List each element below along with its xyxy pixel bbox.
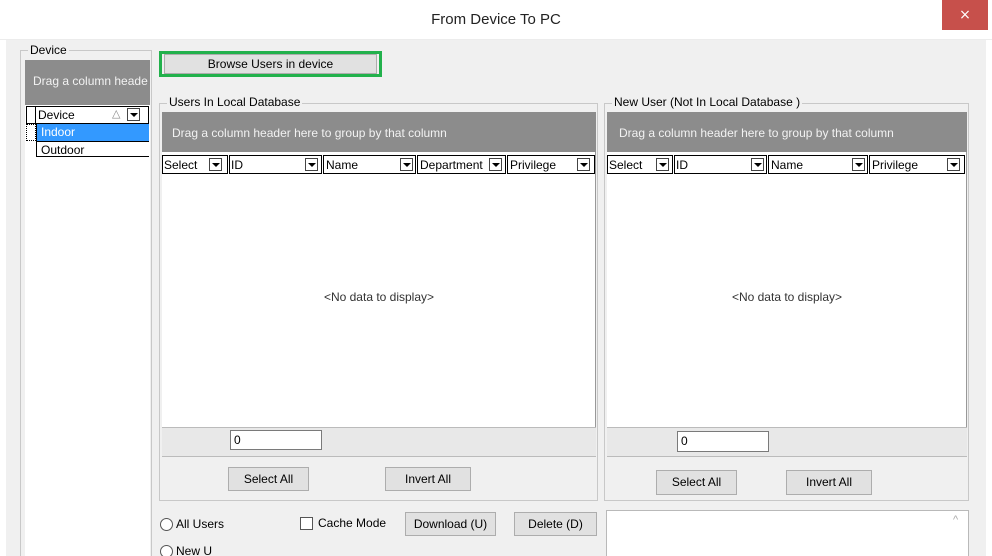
local-db-column-privilege[interactable]: Privilege [507, 155, 595, 174]
new-user-column-select[interactable]: Select [607, 155, 673, 174]
local-db-column-department[interactable]: Department [417, 155, 506, 174]
column-label: Department [420, 158, 483, 172]
cache-mode-checkbox[interactable] [300, 517, 313, 530]
local-db-drag-area[interactable]: Drag a column header here to group by th… [162, 112, 596, 152]
column-label: Name [771, 158, 804, 172]
name-filter-dropdown-icon[interactable] [852, 158, 865, 171]
scroll-up-icon[interactable]: ^ [953, 514, 958, 526]
browse-users-label: Browse Users in device [207, 57, 334, 71]
new-user-column-privilege[interactable]: Privilege [869, 155, 965, 174]
download-button[interactable]: Download (U) [405, 512, 496, 536]
all-users-label: All Users [176, 517, 225, 531]
window-title: From Device To PC [431, 11, 561, 28]
new-user-column-id[interactable]: ID [674, 155, 767, 174]
local-db-empty-text: <No data to display> [323, 290, 435, 304]
select-filter-dropdown-icon[interactable] [209, 158, 222, 171]
device-column-header[interactable]: Device △ [38, 107, 148, 123]
all-users-radio[interactable] [160, 518, 173, 531]
privilege-filter-dropdown-icon[interactable] [947, 158, 960, 171]
column-label: Privilege [510, 158, 557, 172]
local-db-count-field: 0 [230, 430, 322, 450]
device-drag-hint: Drag a column heade [33, 74, 148, 88]
device-grid [25, 105, 150, 556]
id-filter-dropdown-icon[interactable] [751, 158, 764, 171]
close-icon: × [959, 7, 971, 23]
device-list-item[interactable]: Outdoor [37, 141, 149, 157]
device-row-indicator-header [26, 106, 36, 124]
column-label: Select [609, 158, 643, 172]
local-db-drag-hint: Drag a column header here to group by th… [172, 126, 447, 140]
column-label: Select [164, 158, 198, 172]
local-db-grid [162, 152, 596, 457]
new-user-drag-area[interactable]: Drag a column header here to group by th… [607, 112, 967, 152]
local-db-select-all-button[interactable]: Select All [228, 467, 309, 491]
new-user-grid [607, 152, 967, 457]
local-db-column-id[interactable]: ID [229, 155, 322, 174]
new-users-label: New U [176, 544, 213, 556]
invert-all-label: Invert All [805, 475, 853, 489]
device-list-item-label: Outdoor [41, 143, 85, 157]
download-label: Download (U) [413, 517, 488, 531]
device-column-label: Device [38, 108, 75, 122]
id-filter-dropdown-icon[interactable] [305, 158, 318, 171]
local-db-group-label: Users In Local Database [167, 95, 303, 109]
delete-button[interactable]: Delete (D) [514, 512, 597, 536]
column-label: Privilege [872, 158, 919, 172]
column-label: Name [326, 158, 359, 172]
new-user-invert-all-button[interactable]: Invert All [786, 470, 872, 495]
browse-users-button[interactable]: Browse Users in device [164, 54, 377, 74]
device-group-label: Device [28, 43, 69, 57]
name-filter-dropdown-icon[interactable] [400, 158, 413, 171]
device-filter-dropdown-icon[interactable] [127, 108, 140, 121]
new-user-empty-text: <No data to display> [731, 290, 843, 304]
select-all-label: Select All [243, 472, 294, 486]
new-user-drag-hint: Drag a column header here to group by th… [619, 126, 894, 140]
privilege-filter-dropdown-icon[interactable] [577, 158, 590, 171]
new-user-count-field: 0 [677, 431, 769, 452]
new-users-radio[interactable] [160, 545, 173, 556]
cache-mode-label: Cache Mode [318, 516, 387, 530]
new-user-select-all-button[interactable]: Select All [656, 470, 737, 495]
local-db-column-name[interactable]: Name [323, 155, 416, 174]
invert-all-label: Invert All [404, 472, 452, 486]
new-user-footer [607, 427, 967, 457]
local-db-column-select[interactable]: Select [162, 155, 228, 174]
device-drag-area[interactable]: Drag a column heade [25, 60, 150, 105]
department-filter-dropdown-icon[interactable] [489, 158, 502, 171]
select-all-label: Select All [671, 475, 722, 489]
sort-ascending-icon: △ [112, 107, 121, 120]
new-user-column-name[interactable]: Name [768, 155, 868, 174]
log-textarea[interactable] [606, 510, 969, 556]
close-button[interactable]: × [942, 0, 988, 30]
select-filter-dropdown-icon[interactable] [656, 158, 669, 171]
column-label: ID [676, 158, 688, 172]
device-row-indicator [26, 124, 36, 141]
local-db-footer [162, 427, 596, 457]
local-db-invert-all-button[interactable]: Invert All [385, 467, 471, 491]
device-row-left-line [36, 124, 37, 157]
device-list-item[interactable]: Indoor [37, 124, 149, 141]
delete-label: Delete (D) [528, 517, 583, 531]
new-user-group-label: New User (Not In Local Database ) [612, 95, 803, 109]
column-label: ID [231, 158, 243, 172]
device-list-item-label: Indoor [41, 125, 76, 139]
